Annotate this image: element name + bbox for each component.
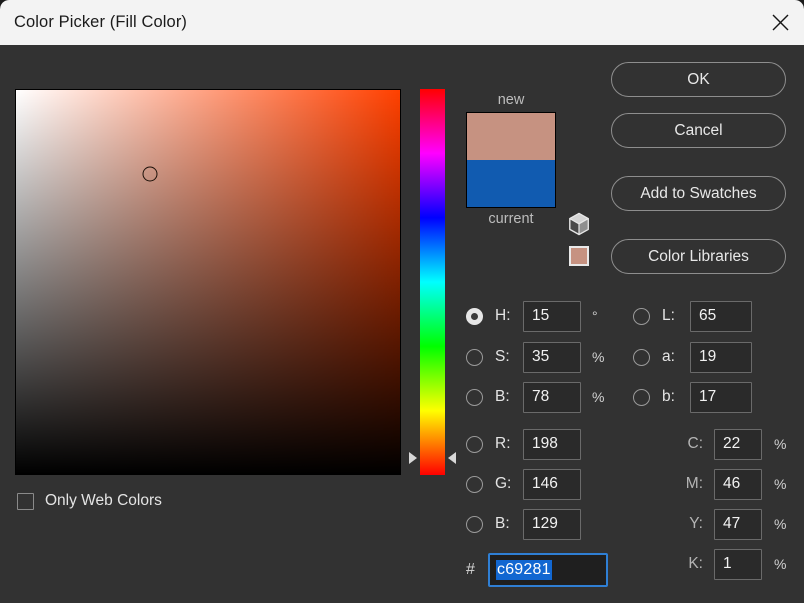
field-row-s: S: % — [466, 341, 604, 373]
field-row-y: Y: % — [633, 508, 786, 540]
window-title: Color Picker (Fill Color) — [14, 13, 187, 32]
unit-h: ° — [592, 308, 598, 324]
input-b-blue[interactable] — [523, 509, 581, 540]
unit-c: % — [774, 436, 786, 452]
color-picker-dialog: Color Picker (Fill Color) Only Web Color… — [0, 0, 804, 603]
field-row-b-brightness: B: % — [466, 381, 604, 413]
field-row-g: G: — [466, 468, 581, 500]
label-h: H: — [495, 307, 523, 325]
new-color-swatch[interactable] — [467, 113, 555, 160]
label-s: S: — [495, 348, 523, 366]
label-m: M: — [633, 475, 703, 493]
radio-b-lab[interactable] — [633, 389, 650, 406]
radio-g[interactable] — [466, 476, 483, 493]
only-web-colors-checkbox[interactable]: Only Web Colors — [17, 492, 162, 510]
checkbox-box[interactable] — [17, 493, 34, 510]
radio-a[interactable] — [633, 349, 650, 366]
field-row-k: K: % — [633, 548, 786, 580]
radio-h[interactable] — [466, 308, 483, 325]
hex-field-row: # c69281 — [466, 553, 608, 587]
color-preview: new current — [466, 92, 556, 227]
hex-prefix-label: # — [466, 561, 488, 579]
field-row-b-blue: B: — [466, 508, 581, 540]
radio-b-brightness[interactable] — [466, 389, 483, 406]
field-row-r: R: — [466, 428, 581, 460]
label-g: G: — [495, 475, 523, 493]
field-row-l: L: — [633, 300, 752, 332]
label-l: L: — [662, 307, 690, 325]
only-web-colors-label: Only Web Colors — [45, 492, 162, 510]
unit-m: % — [774, 476, 786, 492]
hue-slider[interactable] — [420, 89, 445, 475]
label-c: C: — [633, 435, 703, 453]
input-h[interactable] — [523, 301, 581, 332]
cube-icon[interactable] — [568, 212, 590, 241]
unit-b-brightness: % — [592, 389, 604, 405]
gamut-warning-group — [568, 212, 590, 266]
label-a: a: — [662, 348, 690, 366]
label-y: Y: — [633, 515, 703, 533]
saturation-brightness-field[interactable] — [15, 89, 401, 475]
field-row-a: a: — [633, 341, 752, 373]
hex-value: c69281 — [496, 560, 552, 580]
preview-swatches — [466, 112, 556, 208]
field-row-c: C: % — [633, 428, 786, 460]
color-libraries-button[interactable]: Color Libraries — [611, 239, 786, 274]
add-to-swatches-button[interactable]: Add to Swatches — [611, 176, 786, 211]
radio-r[interactable] — [466, 436, 483, 453]
input-b-brightness[interactable] — [523, 382, 581, 413]
ok-button[interactable]: OK — [611, 62, 786, 97]
hue-slider-arrow-left[interactable] — [409, 452, 417, 464]
unit-k: % — [774, 556, 786, 572]
gamut-alternate-swatch[interactable] — [569, 246, 589, 266]
radio-s[interactable] — [466, 349, 483, 366]
hex-input[interactable]: c69281 — [488, 553, 608, 587]
input-c[interactable] — [714, 429, 762, 460]
input-m[interactable] — [714, 469, 762, 500]
input-g[interactable] — [523, 469, 581, 500]
cancel-button[interactable]: Cancel — [611, 113, 786, 148]
unit-s: % — [592, 349, 604, 365]
field-row-h: H: ° — [466, 300, 598, 332]
label-r: R: — [495, 435, 523, 453]
preview-new-label: new — [466, 92, 556, 108]
label-b-lab: b: — [662, 388, 690, 406]
hue-slider-arrow-right[interactable] — [448, 452, 456, 464]
current-color-swatch[interactable] — [467, 160, 555, 207]
field-row-b-lab: b: — [633, 381, 752, 413]
field-row-m: M: % — [633, 468, 786, 500]
input-s[interactable] — [523, 342, 581, 373]
label-b-blue: B: — [495, 515, 523, 533]
input-l[interactable] — [690, 301, 752, 332]
input-r[interactable] — [523, 429, 581, 460]
label-b-brightness: B: — [495, 388, 523, 406]
radio-b-blue[interactable] — [466, 516, 483, 533]
preview-current-label: current — [466, 211, 556, 227]
close-icon[interactable] — [756, 0, 804, 45]
gamut-swatch-color — [571, 248, 587, 264]
sv-black-layer — [16, 90, 400, 474]
unit-y: % — [774, 516, 786, 532]
input-k[interactable] — [714, 549, 762, 580]
input-b-lab[interactable] — [690, 382, 752, 413]
input-y[interactable] — [714, 509, 762, 540]
label-k: K: — [633, 555, 703, 573]
radio-l[interactable] — [633, 308, 650, 325]
titlebar: Color Picker (Fill Color) — [0, 0, 804, 45]
input-a[interactable] — [690, 342, 752, 373]
dialog-body: Only Web Colors new current — [0, 45, 804, 603]
